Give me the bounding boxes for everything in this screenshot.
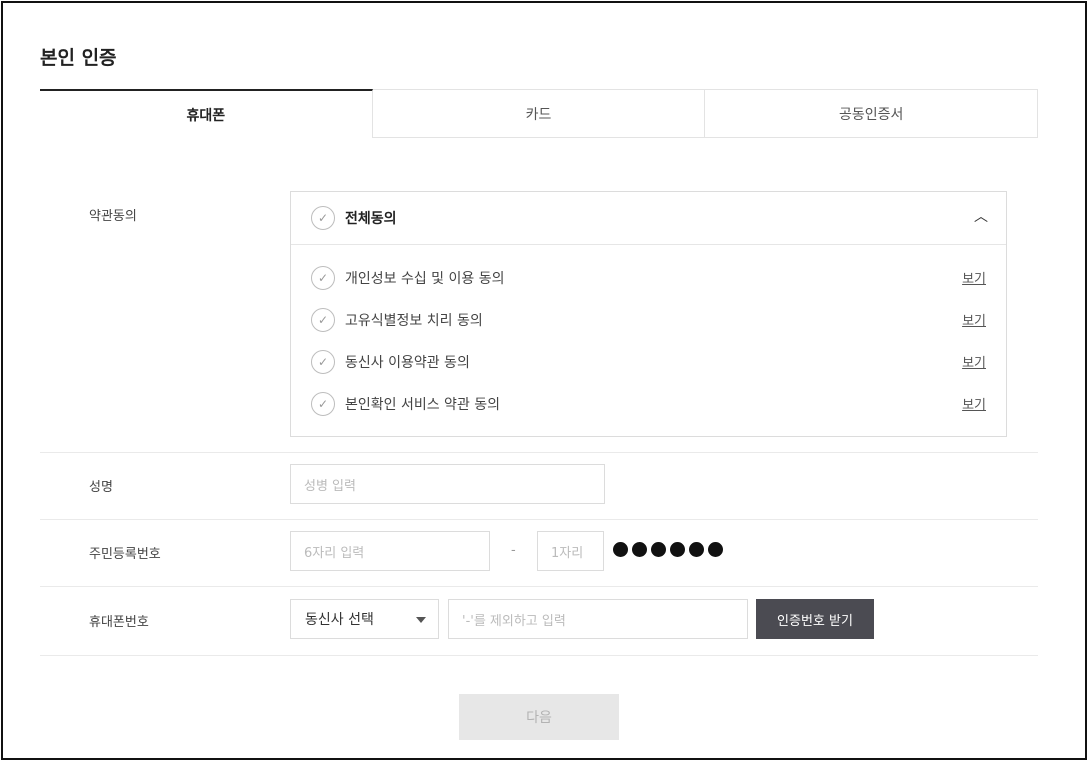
identity-verification-window: 본인 인증 휴대폰 카드 공동인증서 약관동의 ✓ 전체동의 ︿ ✓ 개인성보 … <box>1 1 1087 760</box>
term-item: ✓ 본인확인 서비스 약관 동의 보기 <box>291 390 1006 420</box>
mask-dot <box>670 542 685 557</box>
check-icon: ✓ <box>317 355 329 369</box>
mask-dot <box>613 542 628 557</box>
resident-number-first-input[interactable]: 6자리 입력 <box>290 531 490 571</box>
page-title: 본인 인증 <box>40 47 117 69</box>
phone-number-input[interactable]: '-'를 제외하고 입력 <box>448 599 748 639</box>
term-label: 동신사 이용약관 동의 <box>345 355 470 371</box>
terms-label: 약관동의 <box>89 209 137 224</box>
term-label: 본인확인 서비스 약관 동의 <box>345 397 501 413</box>
term-view-link[interactable]: 보기 <box>962 352 986 371</box>
term-checkbox[interactable]: ✓ <box>311 350 335 374</box>
terms-box: ✓ 전체동의 ︿ ✓ 개인성보 수십 및 이용 동의 보기 ✓ 고유식별정보 치… <box>290 191 1007 437</box>
check-icon: ✓ <box>317 313 329 327</box>
resident-number-label: 주민등록번호 <box>89 547 161 562</box>
masked-digits <box>613 542 723 557</box>
term-view-link[interactable]: 보기 <box>962 310 986 329</box>
check-icon: ✓ <box>317 397 329 411</box>
term-label: 개인성보 수십 및 이용 동의 <box>345 271 505 287</box>
tab-card[interactable]: 카드 <box>372 89 706 138</box>
term-checkbox[interactable]: ✓ <box>311 308 335 332</box>
chevron-up-icon[interactable]: ︿ <box>974 206 988 226</box>
term-checkbox[interactable]: ✓ <box>311 392 335 416</box>
term-checkbox[interactable]: ✓ <box>311 266 335 290</box>
mask-dot <box>651 542 666 557</box>
tab-joint-certificate[interactable]: 공동인증서 <box>705 89 1039 138</box>
mask-dot <box>632 542 647 557</box>
request-code-button[interactable]: 인증번호 받기 <box>756 599 874 639</box>
term-view-link[interactable]: 보기 <box>962 268 986 287</box>
check-icon: ✓ <box>317 271 329 285</box>
next-button[interactable]: 다음 <box>459 694 619 740</box>
caret-down-icon <box>416 617 426 623</box>
divider <box>40 519 1038 520</box>
term-item: ✓ 개인성보 수십 및 이용 동의 보기 <box>291 264 1006 294</box>
divider <box>40 655 1038 656</box>
tab-phone[interactable]: 휴대폰 <box>40 89 373 138</box>
terms-all-row: ✓ 전체동의 ︿ <box>291 192 1006 245</box>
name-input[interactable]: 성병 입력 <box>290 464 605 504</box>
mask-dot <box>708 542 723 557</box>
divider <box>40 586 1038 587</box>
agree-all-checkbox[interactable]: ✓ <box>311 206 335 230</box>
term-item: ✓ 고유식별정보 치리 동의 보기 <box>291 306 1006 336</box>
agree-all-label: 전체동의 <box>345 211 397 227</box>
resident-number-second-input[interactable]: 1자리 <box>537 531 604 571</box>
name-label: 성명 <box>89 480 113 495</box>
verification-method-tabs: 휴대폰 카드 공동인증서 <box>40 89 1039 138</box>
resident-number-dash: - <box>511 543 516 558</box>
term-item: ✓ 동신사 이용약관 동의 보기 <box>291 348 1006 378</box>
term-view-link[interactable]: 보기 <box>962 394 986 413</box>
carrier-select-value: 동신사 선택 <box>305 612 374 628</box>
carrier-select[interactable]: 동신사 선택 <box>290 599 439 639</box>
phone-number-label: 휴대폰번호 <box>89 615 149 630</box>
divider <box>40 452 1038 453</box>
check-icon: ✓ <box>317 211 329 225</box>
mask-dot <box>689 542 704 557</box>
term-label: 고유식별정보 치리 동의 <box>345 313 483 329</box>
